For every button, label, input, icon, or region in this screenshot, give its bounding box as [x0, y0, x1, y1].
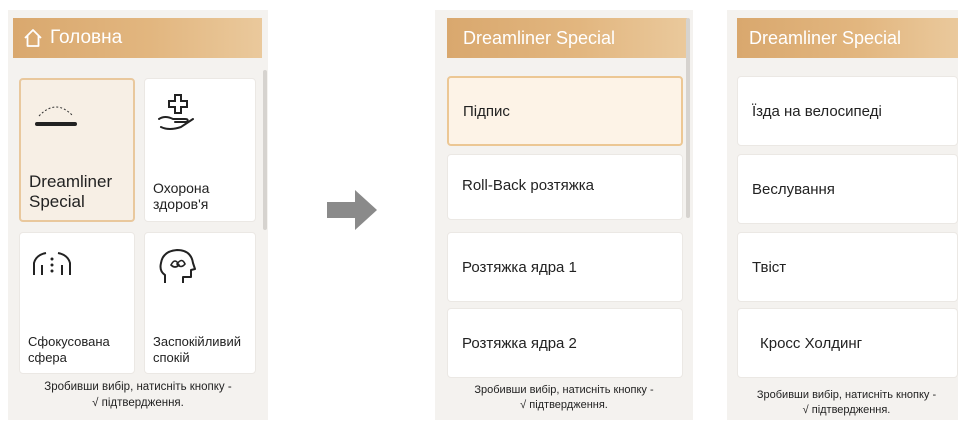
program-item-label: Roll-Back розтяжка [462, 177, 595, 194]
program-item-core-stretch-1[interactable]: Розтяжка ядра 1 [447, 232, 683, 302]
tile-dreamliner-special[interactable]: Dreamliner Special [19, 78, 135, 222]
program-item-roll-back[interactable]: Roll-Back розтяжка [447, 154, 683, 220]
calm-head-icon [159, 249, 196, 283]
hint-line-1: Зробивши вибір, натисніть кнопку - [756, 389, 937, 401]
hint-text: Зробивши вибір, натисніть кнопку - √ під… [8, 380, 268, 411]
hint-line-2: √ підтвердження. [802, 403, 891, 416]
program-item-label: Розтяжка ядра 1 [462, 258, 577, 276]
scrollbar[interactable] [686, 18, 690, 218]
tile-label: Охорона здоров'я [153, 179, 210, 213]
stage: Головна Dreamliner Special Охорона здоро… [0, 0, 958, 421]
program-item-label: Веслування [752, 180, 835, 198]
next-arrow-icon [327, 190, 377, 230]
tile-label: Заспокійливий спокій [153, 334, 241, 365]
tile-health-care[interactable]: Охорона здоров'я [144, 78, 256, 222]
hint-text: Зробивши вибір, натисніть кнопку - √ під… [735, 388, 958, 418]
tile-label: Сфокусована сфера [28, 334, 110, 365]
page-title: Dreamliner Special [463, 27, 616, 48]
program-item-label: Їзда на велосипеді [752, 102, 882, 120]
tile-focused-sphere[interactable]: Сфокусована сфера [19, 232, 135, 374]
program-item-signature[interactable]: Підпис [447, 76, 683, 146]
page-title: Dreamliner Special [749, 27, 902, 48]
scrollbar[interactable] [263, 70, 267, 230]
program-item-rowing[interactable]: Веслування [737, 154, 958, 224]
hint-line-1: Зробивши вибір, натисніть кнопку - [474, 384, 654, 396]
hint-line-2: √ підтвердження. [520, 398, 608, 411]
program-item-label: Кросс Холдинг [760, 334, 863, 352]
hint-text: Зробивши вибір, натисніть кнопку - √ під… [435, 383, 693, 413]
mattress-icon [35, 106, 77, 126]
hint-line-2: √ підтвердження. [92, 396, 184, 409]
page-title: Головна [50, 27, 123, 48]
program-header: Dreamliner Special [447, 18, 687, 58]
tile-label: Dreamliner Special [29, 171, 113, 211]
focused-body-icon [33, 252, 71, 275]
program-header: Dreamliner Special [737, 18, 958, 58]
program-item-cycling[interactable]: Їзда на велосипеді [737, 76, 958, 146]
program-item-twist[interactable]: Твіст [737, 232, 958, 302]
program-item-label: Розтяжка ядра 2 [462, 334, 577, 352]
hint-line-1: Зробивши вибір, натисніть кнопку - [44, 381, 232, 393]
home-screen: Головна Dreamliner Special Охорона здоро… [8, 10, 268, 420]
program-item-core-stretch-2[interactable]: Розтяжка ядра 2 [447, 308, 683, 378]
health-care-icon [158, 94, 194, 130]
tile-calm-peace[interactable]: Заспокійливий спокій [144, 232, 256, 374]
program-list-screen-2: Dreamliner Special Їзда на велосипеді Ве… [727, 10, 958, 420]
program-item-label: Підпис [463, 102, 510, 120]
program-list-screen: Dreamliner Special Підпис Roll-Back розт… [435, 10, 693, 420]
home-header: Головна [13, 18, 262, 58]
program-item-label: Твіст [752, 258, 787, 276]
home-icon[interactable] [23, 28, 43, 48]
program-item-cross-holding[interactable]: Кросс Холдинг [737, 308, 958, 378]
